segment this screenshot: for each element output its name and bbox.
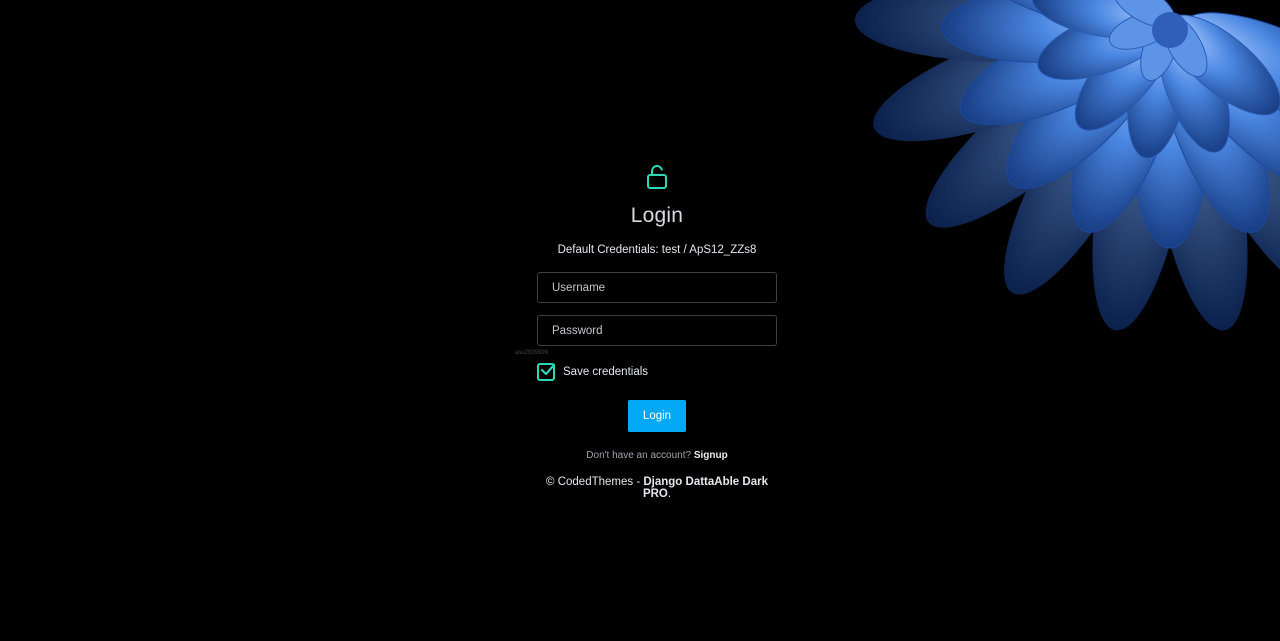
check-icon xyxy=(540,363,556,376)
footer-product: Django DattaAble Dark PRO xyxy=(642,476,768,500)
login-button[interactable]: Login xyxy=(628,400,686,432)
save-credentials-row: asu2009999 Save credentials xyxy=(515,350,777,382)
password-input[interactable] xyxy=(537,315,777,346)
default-credentials-hint: Default Credentials: test / ApS12_ZZs8 xyxy=(557,244,757,256)
signup-link[interactable]: Signup xyxy=(694,450,728,461)
footer-suffix: . xyxy=(667,488,672,500)
no-account-text: Don't have an account? xyxy=(586,450,692,461)
login-page: Login Default Credentials: test / ApS12_… xyxy=(0,0,1280,641)
login-card: Login Default Credentials: test / ApS12_… xyxy=(515,160,777,500)
footer-copyright: © CodedThemes - xyxy=(546,476,644,488)
tiny-text: asu2009999 xyxy=(515,350,549,356)
save-credentials-label[interactable]: Save credentials xyxy=(563,366,648,378)
save-credentials-checkbox[interactable] xyxy=(537,363,556,381)
unlocked-padlock-icon xyxy=(647,165,667,189)
footer: © CodedThemes - Django DattaAble Dark PR… xyxy=(537,476,777,500)
signup-prompt: Don't have an account? Signup xyxy=(537,450,777,461)
page-title: Login xyxy=(630,204,684,227)
username-input[interactable] xyxy=(537,272,777,303)
blue-flower-image xyxy=(855,0,1280,331)
